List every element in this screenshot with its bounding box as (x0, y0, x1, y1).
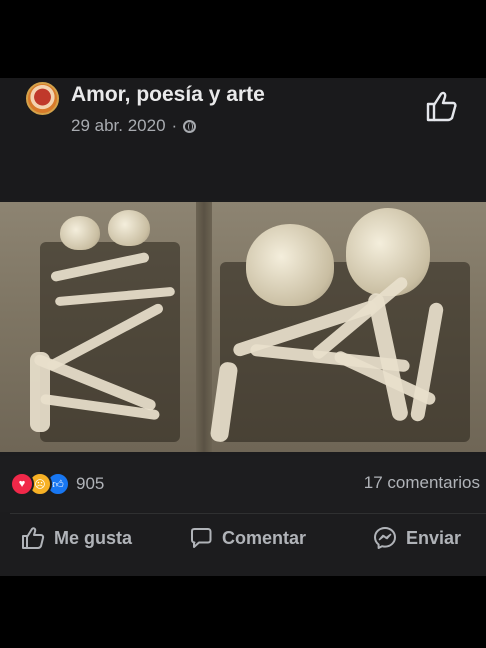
post-header: Amor, poesía y arte 29 abr. 2020 · (0, 78, 486, 200)
send-button[interactable]: Enviar (372, 518, 461, 558)
reaction-count: 905 (76, 474, 105, 493)
photo-divider (196, 202, 212, 452)
divider (10, 513, 486, 514)
comments-count[interactable]: 17 comentarios (364, 473, 480, 493)
post-photo[interactable] (0, 202, 486, 452)
page-avatar[interactable] (26, 82, 59, 115)
bone (30, 352, 50, 432)
post-meta: 29 abr. 2020 · (71, 116, 197, 136)
post-stats: ♥ ☹ 👍︎ 905 17 comentarios (0, 456, 486, 512)
thumbs-up-outline-icon[interactable] (424, 88, 460, 124)
send-label: Enviar (406, 527, 462, 548)
post-card: Amor, poesía y arte 29 abr. 2020 · ♥ ☹ 👍… (0, 78, 486, 576)
messenger-icon (374, 527, 396, 549)
skull (346, 208, 430, 296)
post-actions: Me gusta Comentar Enviar (0, 518, 486, 572)
like-label: Me gusta (54, 527, 133, 548)
like-button[interactable]: Me gusta (20, 518, 132, 558)
love-icon: ♥ (10, 472, 34, 496)
reactions-summary[interactable]: ♥ ☹ 👍︎ 905 (10, 472, 104, 496)
skull (60, 216, 100, 250)
comment-label: Comentar (222, 527, 307, 548)
meta-separator: · (171, 116, 178, 135)
comment-button[interactable]: Comentar (188, 518, 306, 558)
post-date[interactable]: 29 abr. 2020 (71, 116, 166, 136)
skull (108, 210, 150, 246)
skull (246, 224, 334, 306)
comment-icon (191, 528, 212, 548)
page-name[interactable]: Amor, poesía y arte (71, 83, 265, 107)
thumbs-up-icon (22, 527, 45, 549)
globe-icon (183, 119, 197, 133)
